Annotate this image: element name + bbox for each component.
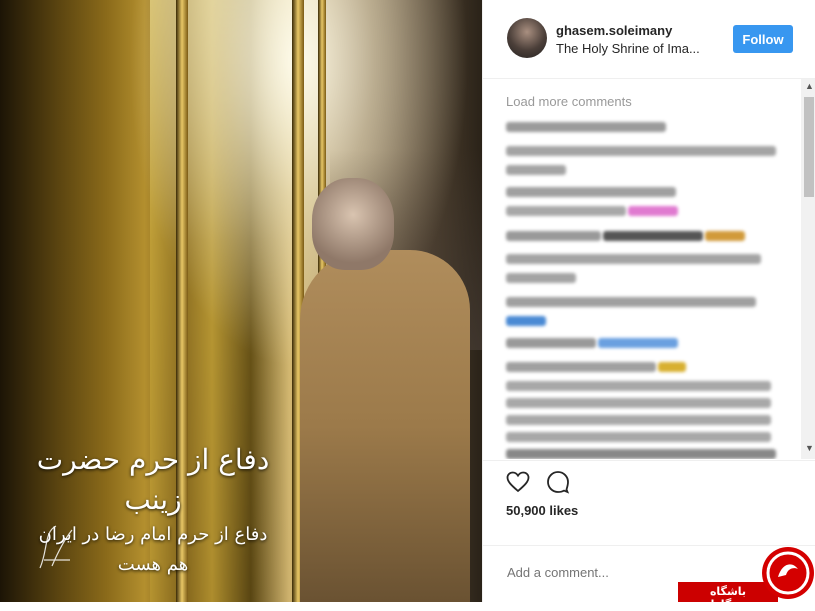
scroll-up-arrow-icon[interactable]: ▲: [805, 81, 814, 91]
comment-blurred: [506, 449, 776, 459]
comment-blurred-emoji: [705, 231, 745, 241]
man-figure: [300, 250, 470, 602]
calligraphy-line-1: دفاع از حرم حضرت زینب: [36, 443, 270, 516]
comment-blurred: [506, 231, 601, 241]
comment-blurred-emoji: [628, 206, 678, 216]
comment-blurred: [506, 273, 576, 283]
post-actions: 50,900 likes: [483, 460, 815, 545]
comment-blurred-emoji: [658, 362, 686, 372]
scrollbar-thumb[interactable]: [804, 97, 814, 197]
comment-blurred: [506, 381, 771, 391]
comment-blurred: [603, 231, 703, 241]
comment-blurred: [506, 254, 761, 264]
comment-blurred: [506, 362, 656, 372]
avatar[interactable]: [507, 18, 547, 58]
comment-blurred: [506, 122, 666, 132]
comment-blurred: [506, 165, 566, 175]
signature-mark: [39, 525, 73, 569]
follow-button[interactable]: Follow: [733, 25, 793, 53]
comments-scrollbar[interactable]: ▲ ▼: [801, 79, 815, 459]
comment-blurred: [506, 338, 596, 348]
likes-count[interactable]: 50,900 likes: [506, 503, 578, 518]
comment-blurred: [506, 146, 776, 156]
comment-blurred: [506, 316, 546, 326]
comment-blurred: [506, 297, 756, 307]
news-agency-watermark: باشگاه خبرنگاران: [678, 543, 815, 611]
scroll-down-arrow-icon[interactable]: ▼: [805, 443, 814, 453]
username-link[interactable]: ghasem.soleimany: [556, 23, 672, 38]
comment-blurred: [506, 415, 771, 425]
comment-blurred: [506, 187, 676, 197]
load-more-comments-link[interactable]: Load more comments: [506, 94, 632, 109]
comment-blurred: [506, 206, 626, 216]
comment-bubble-icon[interactable]: [546, 470, 570, 494]
post-header: ghasem.soleimany The Holy Shrine of Ima.…: [483, 0, 815, 79]
location-link[interactable]: The Holy Shrine of Ima...: [556, 41, 716, 56]
heart-icon[interactable]: [506, 470, 530, 494]
post-side-panel: ghasem.soleimany The Holy Shrine of Ima.…: [482, 0, 815, 602]
agency-logo-icon: [762, 547, 814, 599]
post-image: دفاع از حرم حضرت زینب دفاع از حرم امام ر…: [0, 0, 482, 602]
comment-blurred: [506, 398, 771, 408]
comments-list: Load more comments ▲ ▼: [483, 79, 815, 459]
comment-blurred-link: [598, 338, 678, 348]
comment-blurred: [506, 432, 771, 442]
man-head: [312, 178, 394, 270]
